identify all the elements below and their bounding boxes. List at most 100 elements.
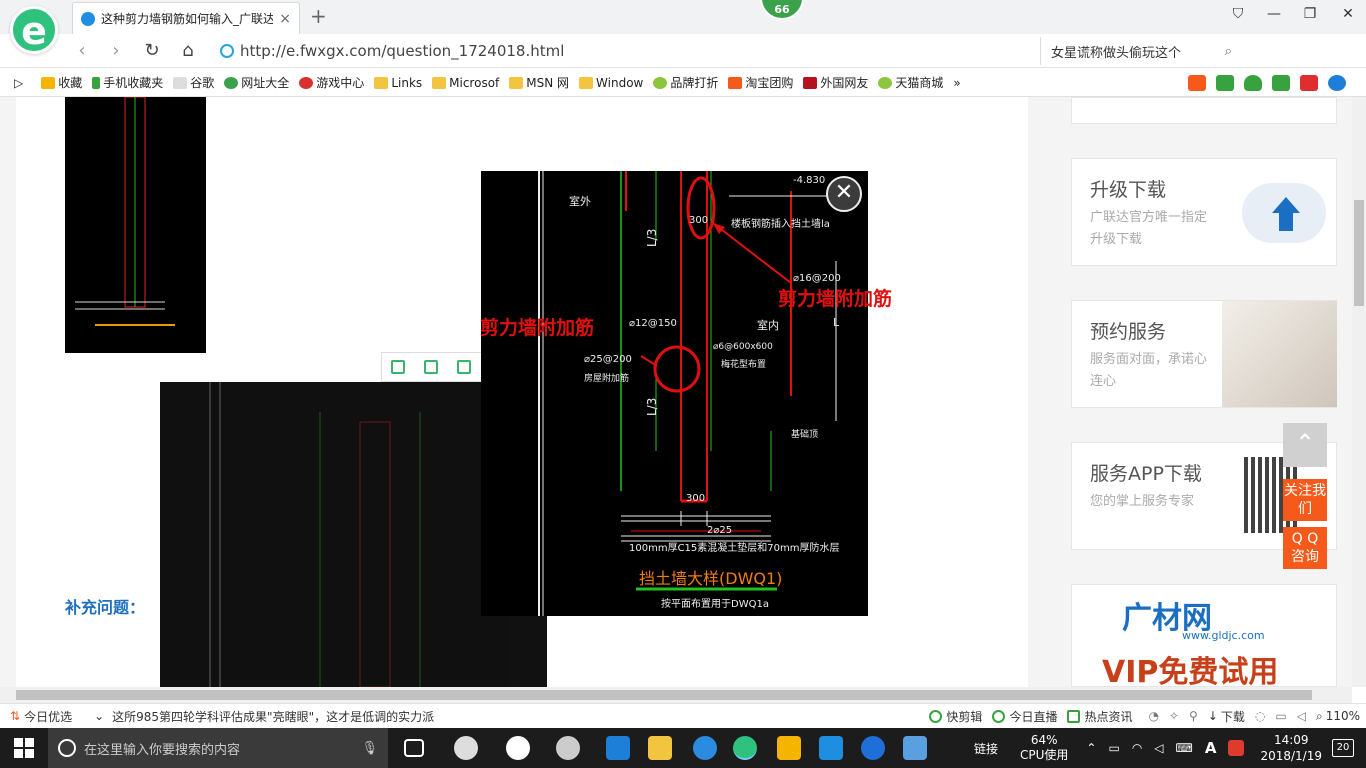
home-button[interactable]: ⌂ — [176, 40, 200, 61]
news-chevron-icon[interactable]: ⌄ — [94, 709, 104, 723]
notes-app-icon[interactable] — [777, 736, 801, 760]
kuaijianji-button[interactable]: 快剪辑 — [929, 708, 982, 725]
keyboard-icon[interactable]: ⌨ — [1176, 741, 1193, 755]
bookmark-msn[interactable]: MSN 网 — [509, 74, 569, 91]
search-tool-icon[interactable] — [1328, 74, 1346, 91]
qq-consult-button[interactable]: Q Q 咨询 — [1283, 527, 1327, 569]
battery-icon[interactable]: ▭ — [1108, 741, 1119, 755]
skin-icon[interactable]: ⛉ — [1228, 6, 1248, 22]
wifi-icon[interactable]: ◠ — [1132, 741, 1142, 755]
edge-app-icon[interactable] — [606, 736, 630, 760]
app-icon[interactable] — [556, 736, 580, 760]
back-button[interactable]: ‹ — [70, 40, 94, 61]
search-suggestion[interactable]: 女星谎称做头偷玩这个 — [1051, 42, 1181, 61]
link-label[interactable]: 链接 — [974, 740, 998, 757]
ie-app-icon[interactable] — [506, 736, 530, 760]
restore-button[interactable]: ❐ — [1300, 6, 1320, 22]
bookmark-hao[interactable]: 网址大全 — [224, 74, 289, 91]
vertical-scroll-thumb[interactable] — [1354, 200, 1364, 306]
start-button-icon[interactable] — [14, 738, 34, 758]
browser-taskbar-icon[interactable] — [733, 736, 757, 760]
horizontal-scroll-thumb[interactable] — [16, 690, 1312, 700]
fan-app-icon[interactable] — [454, 736, 478, 760]
float-buttons: ⌃ 关注我们 Q Q 咨询 — [1283, 423, 1327, 575]
bookmark-microsoft[interactable]: Microsof — [432, 76, 499, 90]
notification-center-icon[interactable]: 20 — [1332, 739, 1354, 757]
bookmark-games[interactable]: 游戏中心 — [299, 74, 364, 91]
book-icon[interactable] — [1216, 74, 1234, 91]
sidebar-card-upgrade[interactable]: 升级下载 广联达官方唯一指定升级下载 — [1071, 158, 1337, 266]
follow-us-button[interactable]: 关注我们 — [1283, 479, 1327, 521]
tray-expand-icon[interactable]: ⌃ — [1086, 741, 1096, 755]
back-to-top-icon[interactable]: ⌃ — [1283, 423, 1327, 467]
image-viewer[interactable]: -4.830 室外 300 楼板钢筋插入挡土墙la L/3 ⌀16@200 ⌀1… — [481, 171, 868, 616]
ime-indicator[interactable]: A — [1205, 739, 1217, 757]
bookmark-taobao[interactable]: 淘宝团购 — [728, 74, 793, 91]
volume-icon[interactable]: ◁ — [1154, 741, 1163, 755]
new-tab-button[interactable]: + — [310, 4, 327, 28]
close-window-button[interactable]: ✕ — [1338, 6, 1358, 22]
tab-close-icon[interactable]: × — [279, 11, 291, 27]
cloud-upload-icon — [1242, 183, 1326, 243]
bookmark-windows[interactable]: Window — [579, 76, 643, 90]
browser-logo-icon[interactable]: e — [10, 6, 58, 54]
site-info-icon[interactable] — [220, 44, 234, 58]
news-ticker[interactable]: 这所985第四轮学科评估成果"亮瞎眼"，这才是低调的实力派 — [112, 708, 434, 725]
vertical-scrollbar[interactable] — [1352, 97, 1366, 687]
copy-icon[interactable] — [391, 360, 406, 374]
bookmark-links[interactable]: Links — [374, 76, 422, 90]
window-icon[interactable]: ▭ — [1275, 709, 1286, 723]
fullscreen-icon[interactable] — [424, 360, 439, 374]
bookmark-foreign[interactable]: 外国网友 — [803, 74, 868, 91]
close-viewer-button[interactable]: ✕ — [826, 176, 862, 212]
sidebar-toggle-icon[interactable]: ▷ — [14, 76, 23, 90]
window-app-icon[interactable] — [903, 736, 927, 760]
file-explorer-icon[interactable] — [648, 736, 672, 760]
sidebar-card-appointment[interactable]: 预约服务 服务面对面，承诺心连心 — [1071, 300, 1337, 408]
bookmarks-more[interactable]: » — [953, 76, 960, 90]
bookmark-favorites[interactable]: 收藏 — [41, 74, 82, 91]
download-icon: ↓ — [1207, 709, 1218, 723]
translate-icon[interactable] — [1272, 74, 1290, 91]
search-box[interactable]: 女星谎称做头偷玩这个 ⌕ — [1040, 37, 1240, 65]
audio-icon[interactable]: ◁ — [1297, 709, 1306, 723]
live-button[interactable]: 今日直播 — [992, 708, 1057, 725]
glodon-app-icon[interactable] — [861, 736, 885, 760]
download-button[interactable]: ↓ 下载 — [1208, 708, 1245, 725]
taskbar-search[interactable]: 在这里输入你要搜索的内容 🎙 — [48, 728, 388, 768]
sogou-icon[interactable] — [1228, 740, 1245, 756]
discount-icon[interactable] — [1188, 74, 1206, 91]
url-text[interactable]: http://e.fwxgx.com/question_1724018.html — [240, 42, 564, 60]
cad-text: ⌀16@200 — [793, 273, 841, 284]
tool-app-icon[interactable] — [819, 736, 843, 760]
question-image-thumbnail[interactable] — [65, 96, 206, 353]
ie-browser-icon[interactable] — [693, 736, 717, 760]
sidebar-card-gldjc[interactable]: 广材网 www.gldjc.com VIP免费试用 — [1071, 584, 1337, 690]
tab-active[interactable]: 这种剪力墙钢筋如何输入_广联达 × — [72, 2, 300, 34]
bookmark-tmall[interactable]: 天猫商城 — [878, 74, 943, 91]
forward-button[interactable]: › — [104, 40, 128, 61]
cad-text: 房屋附加筋 — [584, 372, 629, 384]
address-bar[interactable]: http://e.fwxgx.com/question_1724018.html — [220, 37, 1040, 65]
shield-icon[interactable] — [1244, 74, 1262, 91]
today-picks[interactable]: ⇅ 今日优选 — [10, 708, 72, 725]
pin-icon[interactable]: ⚲ — [1189, 709, 1198, 723]
speed-icon[interactable]: ◔ — [1148, 709, 1158, 723]
scissors-icon[interactable] — [1300, 74, 1318, 91]
zoom-level[interactable]: ⌕ 110% — [1316, 709, 1360, 724]
cpu-usage[interactable]: 64% CPU使用 — [1020, 733, 1068, 763]
minimize-button[interactable]: — — [1264, 6, 1284, 22]
bookmark-mobile[interactable]: 手机收藏夹 — [92, 74, 163, 91]
mic-icon[interactable]: 🎙 — [361, 741, 378, 756]
bookmark-brand[interactable]: 品牌打折 — [653, 74, 718, 91]
save-icon[interactable] — [456, 360, 471, 374]
bookmark-google[interactable]: 谷歌 — [173, 74, 214, 91]
task-view-icon[interactable] — [404, 739, 424, 757]
right-sidebar: 升级下载 广联达官方唯一指定升级下载 预约服务 服务面对面，承诺心连心 服务AP… — [1071, 97, 1337, 690]
hot-news-button[interactable]: 热点资讯 — [1067, 708, 1132, 725]
reload-button[interactable]: ↻ — [140, 40, 164, 61]
clock[interactable]: 14:09 2018/1/19 — [1260, 732, 1322, 764]
tools-icon[interactable]: ✧ — [1169, 709, 1179, 723]
clean-icon[interactable]: ◌ — [1255, 709, 1265, 723]
search-icon[interactable]: ⌕ — [1225, 44, 1232, 59]
